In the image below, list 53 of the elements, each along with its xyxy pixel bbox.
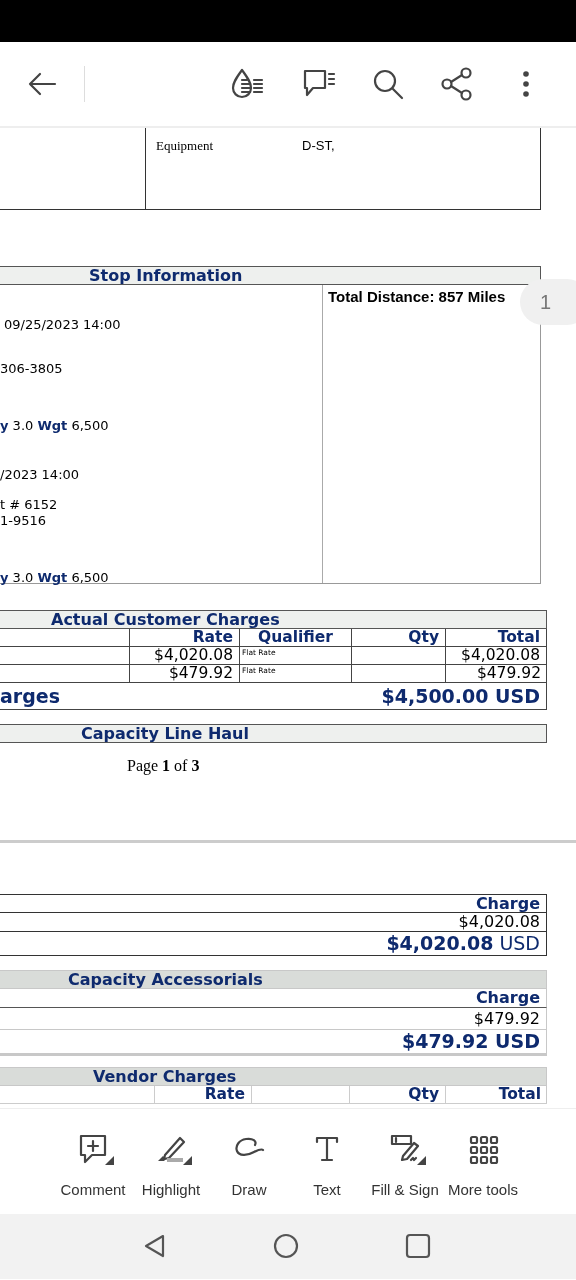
home-icon	[272, 1232, 300, 1260]
table-cell: $4,020.08	[0, 913, 547, 932]
stop-detail: t # 6152	[0, 497, 58, 512]
tool-button[interactable]: Text	[288, 1109, 366, 1214]
droplet-icon	[230, 68, 266, 100]
back-arrow-icon	[27, 72, 57, 96]
stop-detail: y 3.0 Wgt 6,500	[0, 418, 109, 433]
total-distance: Total Distance: 857 Miles	[328, 288, 506, 305]
total-amount: $4,500.00 USD	[381, 685, 540, 707]
comment-icon	[77, 1133, 109, 1165]
stop-detail: /2023 14:00	[0, 467, 80, 482]
field-label: Equipment	[156, 138, 215, 155]
stop-detail: 1-9516	[0, 513, 47, 528]
total-amount: $479.92 USD	[0, 1030, 547, 1056]
section-header: Capacity Line Haul	[0, 724, 547, 743]
column-header: Total	[446, 1086, 547, 1104]
section-header: Stop Information	[0, 266, 541, 285]
section-header: Actual Customer Charges	[0, 610, 547, 629]
column-header: Qty	[350, 1086, 446, 1104]
column-header: Qualifier	[240, 629, 352, 647]
column-header: Charge	[0, 894, 547, 913]
table-cell: $479.92	[446, 665, 547, 683]
search-icon	[372, 68, 404, 100]
table-cell: $479.92	[0, 1008, 547, 1030]
tool-button[interactable]: Highlight	[132, 1109, 210, 1214]
more-icon	[467, 1133, 499, 1165]
stop-detail: 306-3805	[0, 361, 63, 376]
section-header: Capacity Accessorials	[0, 970, 547, 989]
home-button[interactable]	[272, 1232, 300, 1260]
tool-button[interactable]: More tools	[444, 1109, 522, 1214]
page-number-badge: 1	[520, 279, 576, 325]
stop-detail: y 3.0 Wgt 6,500	[0, 570, 109, 585]
recents-button[interactable]	[404, 1232, 432, 1260]
column-header: Qty	[352, 629, 446, 647]
total-amount: $4,020.08 USD	[0, 932, 547, 956]
tool-button[interactable]: Comment	[54, 1109, 132, 1214]
total-label: arges	[0, 685, 60, 707]
more-icon	[522, 70, 530, 98]
column-header: Rate	[155, 1086, 252, 1104]
column-header: Charge	[0, 989, 547, 1008]
table-cell: $4,020.08	[130, 647, 240, 665]
recents-icon	[404, 1232, 432, 1260]
table-cell: $479.92	[130, 665, 240, 683]
section-header: Vendor Charges	[0, 1067, 547, 1086]
column-header: Rate	[130, 629, 240, 647]
stop-detail: 09/25/2023 14:00	[3, 317, 121, 332]
column-header: Total	[446, 629, 547, 647]
tool-button[interactable]: Draw	[210, 1109, 288, 1214]
table-cell: $4,020.08	[446, 647, 547, 665]
field-value: D-ST,	[302, 138, 335, 155]
page-number: Page 1 of 3	[127, 757, 201, 775]
tool-button[interactable]: Fill & Sign	[366, 1109, 444, 1214]
share-icon	[440, 67, 474, 101]
